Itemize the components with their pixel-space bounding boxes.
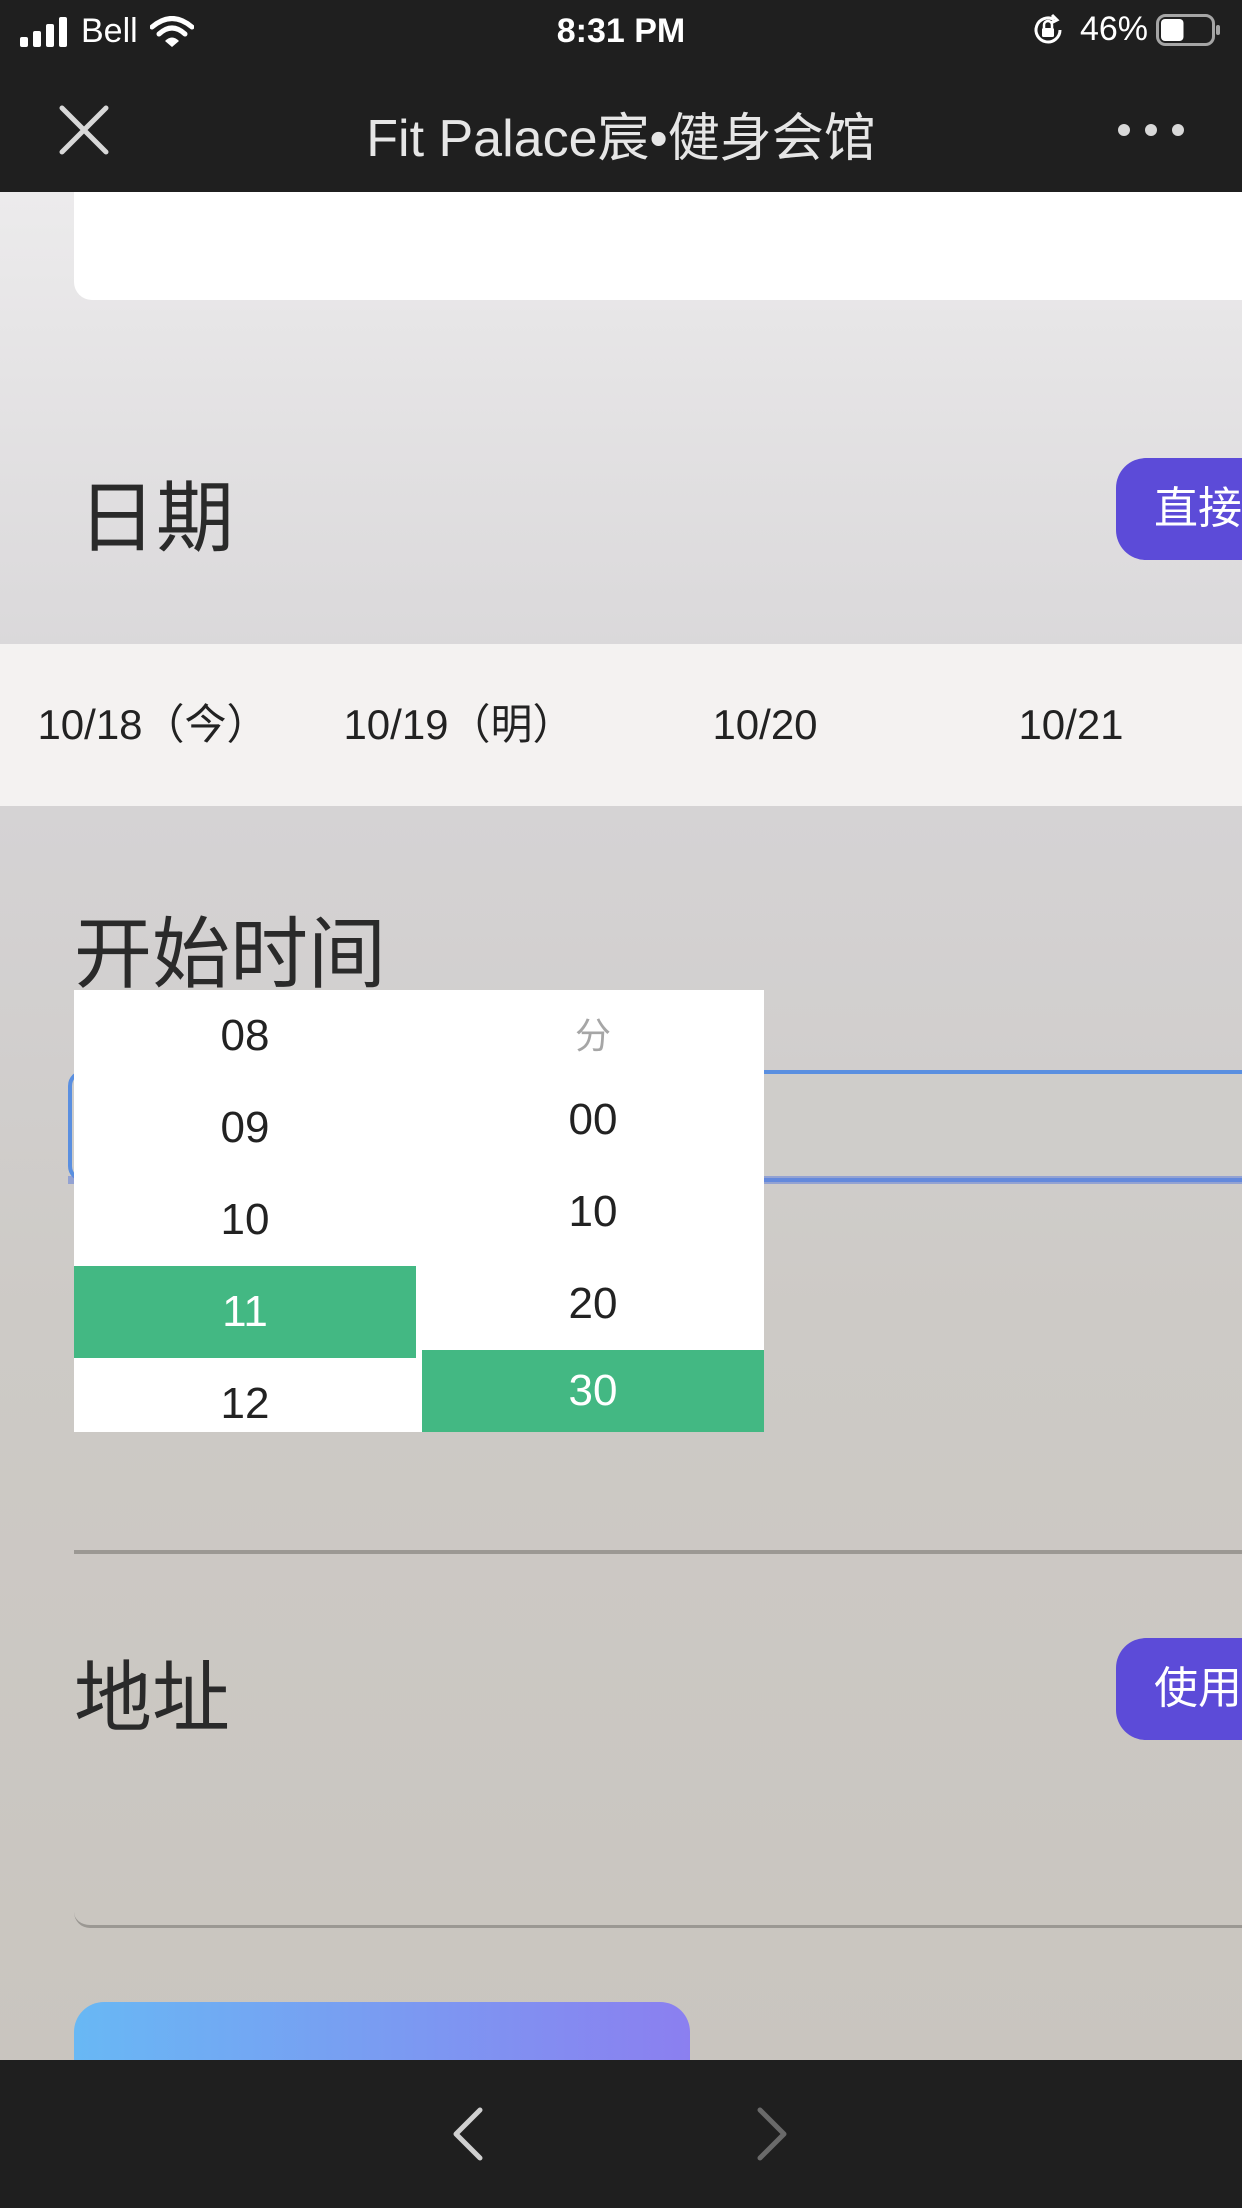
date-item-1018[interactable]: 10/18（今）: [0, 644, 306, 806]
hour-option[interactable]: 08: [74, 990, 416, 1082]
more-icon[interactable]: [1116, 120, 1186, 140]
use-button[interactable]: 使用: [1116, 1638, 1242, 1740]
direct-button[interactable]: 直接: [1116, 458, 1242, 560]
submit-button[interactable]: [74, 2002, 690, 2060]
hour-option[interactable]: 12: [74, 1358, 416, 1450]
minute-option[interactable]: 20: [422, 1258, 764, 1350]
hour-option[interactable]: 09: [74, 1082, 416, 1174]
minute-option-selected[interactable]: 30: [422, 1350, 764, 1432]
rotation-lock-icon: [1034, 13, 1062, 43]
chevron-right-icon[interactable]: [752, 2106, 792, 2162]
date-item-1020[interactable]: 10/20: [612, 644, 918, 806]
battery-icon: [1156, 13, 1220, 46]
status-bar: Bell 8:31 PM 46%: [0, 0, 1242, 64]
start-time-heading: 开始时间: [74, 910, 387, 998]
battery-percent: 46%: [1079, 10, 1148, 48]
minute-column[interactable]: 分 00 10 20 30: [422, 990, 764, 1432]
bottom-toolbar: [0, 2060, 1242, 2208]
date-strip: 10/18（今） 10/19（明） 10/20 10/21: [0, 644, 1242, 806]
nav-bar: Fit Palace宸•健身会馆: [0, 64, 1242, 192]
address-heading: 地址: [74, 1654, 231, 1742]
top-card: [74, 192, 1242, 300]
time-picker: 08 09 10 11 12 分 00 10 20 30: [74, 990, 764, 1432]
minute-option[interactable]: 10: [422, 1166, 764, 1258]
date-item-1021[interactable]: 10/21: [918, 644, 1224, 806]
date-heading: 日期: [78, 474, 235, 562]
hour-option-selected[interactable]: 11: [74, 1266, 416, 1358]
status-right: 46%: [1030, 10, 1222, 49]
hour-column[interactable]: 08 09 10 11 12: [74, 990, 416, 1432]
minute-header: 分: [574, 1015, 611, 1056]
divider: [74, 1550, 1242, 1554]
page-title: Fit Palace宸•健身会馆: [366, 110, 876, 168]
date-item-1019[interactable]: 10/19（明）: [306, 644, 612, 806]
address-input[interactable]: [74, 1824, 1242, 1928]
chevron-left-icon[interactable]: [448, 2106, 488, 2162]
hour-option[interactable]: 10: [74, 1174, 416, 1266]
minute-option[interactable]: 00: [422, 1074, 764, 1166]
